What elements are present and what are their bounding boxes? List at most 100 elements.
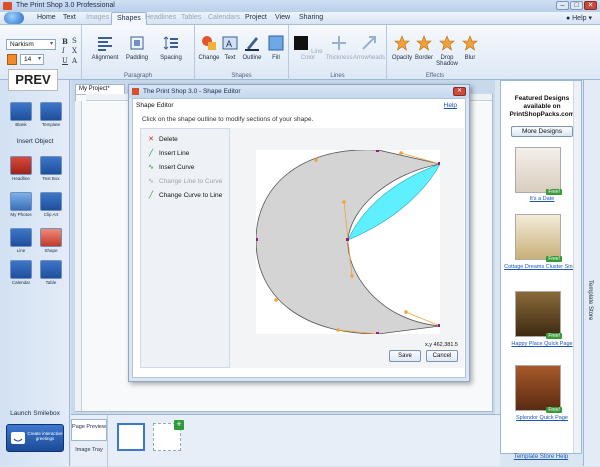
shape-button[interactable]: Shape (38, 228, 64, 256)
line-color-button[interactable]: Line Color (293, 35, 323, 61)
shape-edit-area[interactable]: x,y 462,381.5 Save Cancel (230, 128, 464, 368)
insert-curve-tool[interactable]: ∿ Insert Curve (147, 163, 194, 171)
tab-text[interactable]: Text (63, 14, 76, 21)
save-button[interactable]: Save (389, 350, 421, 362)
outline-button[interactable]: Outline (241, 35, 263, 61)
change-shape-button[interactable]: Change (197, 35, 221, 61)
blank-button[interactable]: Blank (8, 102, 34, 130)
outline-label: Outline (242, 55, 262, 61)
template-label: Template (41, 122, 61, 127)
page-thumbnail[interactable] (117, 423, 145, 451)
thickness-label: Thickness (325, 55, 353, 61)
headline-button[interactable]: Headline (8, 156, 34, 184)
lines-group-label: Lines (330, 73, 345, 79)
thickness-button[interactable]: Thickness (325, 35, 353, 61)
close-button[interactable]: ✕ (584, 1, 597, 10)
padding-button[interactable]: Padding (122, 35, 152, 61)
opacity-button[interactable]: Opacity (391, 35, 413, 61)
shape-label: Shape (44, 248, 58, 253)
tab-tables[interactable]: Tables (181, 14, 201, 21)
my-photos-button[interactable]: My Photos (8, 192, 34, 220)
app-menu-orb[interactable] (4, 12, 24, 24)
spacing-button[interactable]: Spacing (154, 35, 188, 61)
text-box-button[interactable]: Text Box (38, 156, 64, 184)
drop-shadow-button[interactable]: Drop Shadow (435, 35, 459, 67)
text-color-picker[interactable] (7, 54, 17, 65)
cancel-button[interactable]: Cancel (426, 350, 458, 362)
delete-tool[interactable]: ✕ Delete (147, 135, 178, 143)
table-icon (40, 260, 62, 279)
table-button[interactable]: Table (38, 260, 64, 288)
tab-sharing[interactable]: Sharing (299, 14, 323, 21)
design-thumbnail-2[interactable]: Free! (515, 214, 562, 262)
tab-project[interactable]: Project (245, 14, 267, 21)
effects-group-label: Effects (425, 73, 445, 79)
template-store-scrollbar[interactable] (573, 81, 581, 453)
delete-tool-label: Delete (159, 136, 178, 143)
underline-button[interactable]: U (62, 57, 68, 65)
table-label: Table (45, 280, 57, 285)
insert-line-tool[interactable]: ╱ Insert Line (147, 149, 189, 157)
blank-label: Blank (15, 122, 27, 127)
shape-text-button[interactable]: A Text (221, 35, 239, 61)
headline-label: Headline (12, 176, 30, 181)
window-title: The Print Shop 3.0 Professional (16, 2, 115, 9)
more-designs-button[interactable]: More Designs (511, 126, 573, 137)
text-case-button[interactable]: A (72, 57, 77, 65)
app-icon (3, 2, 12, 10)
bold-button[interactable]: B (62, 37, 68, 46)
calendar-icon (10, 260, 32, 279)
template-store-help-link[interactable]: Template Store Help (500, 454, 582, 460)
design-caption-3[interactable]: Happy Place Quick Page (501, 341, 583, 347)
alignment-button[interactable]: Alignment (90, 35, 120, 61)
tab-view[interactable]: View (275, 14, 290, 21)
crescent-shape[interactable] (255, 149, 441, 335)
line-icon (10, 228, 32, 247)
title-bar: The Print Shop 3.0 Professional – □ ✕ (0, 0, 600, 12)
design-caption-4[interactable]: Splendor Quick Page (501, 415, 583, 421)
change-curve-to-line-label: Change Curve to Line (159, 192, 223, 199)
insert-curve-icon: ∿ (148, 164, 154, 171)
design-thumbnail-1[interactable]: Free! (515, 147, 562, 195)
italic-button[interactable]: I (62, 47, 65, 55)
opacity-label: Opacity (391, 55, 413, 61)
change-line-to-curve-tool[interactable]: ∿ Change Line to Curve (147, 177, 222, 185)
tab-headlines[interactable]: Headlines (145, 14, 176, 21)
font-family-select[interactable]: Narkism (6, 39, 56, 50)
tab-shapes[interactable]: Shapes (111, 12, 147, 25)
arrowheads-button[interactable]: Arrowheads (353, 35, 385, 61)
fill-button[interactable]: Fill (265, 35, 287, 61)
tab-images[interactable]: Images (86, 14, 109, 21)
line-button[interactable]: Line (8, 228, 34, 256)
dialog-close-button[interactable]: ✕ (453, 87, 466, 96)
design-caption-1[interactable]: It's a Date (501, 196, 583, 202)
border-button[interactable]: Border (413, 35, 435, 61)
design-caption-2[interactable]: Cottage Dreams Cluster Single (501, 264, 583, 270)
design-thumbnail-4[interactable]: Free! (515, 365, 562, 413)
document-tab[interactable]: My Project* (75, 84, 125, 94)
padding-label: Padding (125, 55, 149, 61)
design-thumbnail-3[interactable]: Free! (515, 291, 562, 339)
change-curve-to-line-tool[interactable]: ╱ Change Curve to Line (147, 191, 222, 199)
text-box-icon (40, 156, 62, 175)
dialog-help-link[interactable]: Help (444, 102, 457, 109)
font-size-select[interactable]: 14 (20, 54, 44, 65)
page-preview-tab[interactable]: Page Preview (71, 419, 107, 441)
maximize-button[interactable]: □ (570, 1, 583, 10)
add-page-thumbnail[interactable]: + (153, 420, 184, 451)
line-color-icon (294, 36, 309, 50)
minimize-button[interactable]: – (556, 1, 569, 10)
blur-button[interactable]: Blur (459, 35, 481, 61)
calendar-button[interactable]: Calendar (8, 260, 34, 288)
star-icon (416, 35, 432, 51)
image-tray-tab[interactable]: Image Tray (71, 443, 107, 465)
superscript-button[interactable]: X (72, 47, 77, 55)
tab-home[interactable]: Home (37, 14, 56, 21)
strikethrough-button[interactable]: S (72, 37, 77, 45)
tab-calendars[interactable]: Calendars (208, 14, 240, 21)
help-menu[interactable]: ● Help ▾ (566, 14, 592, 22)
smilebox-button[interactable]: Create interactive greetings (6, 424, 64, 452)
template-button[interactable]: Template (38, 102, 64, 130)
clip-art-button[interactable]: Clip Art (38, 192, 64, 220)
template-store-side-tab[interactable]: Template Store (583, 80, 600, 466)
